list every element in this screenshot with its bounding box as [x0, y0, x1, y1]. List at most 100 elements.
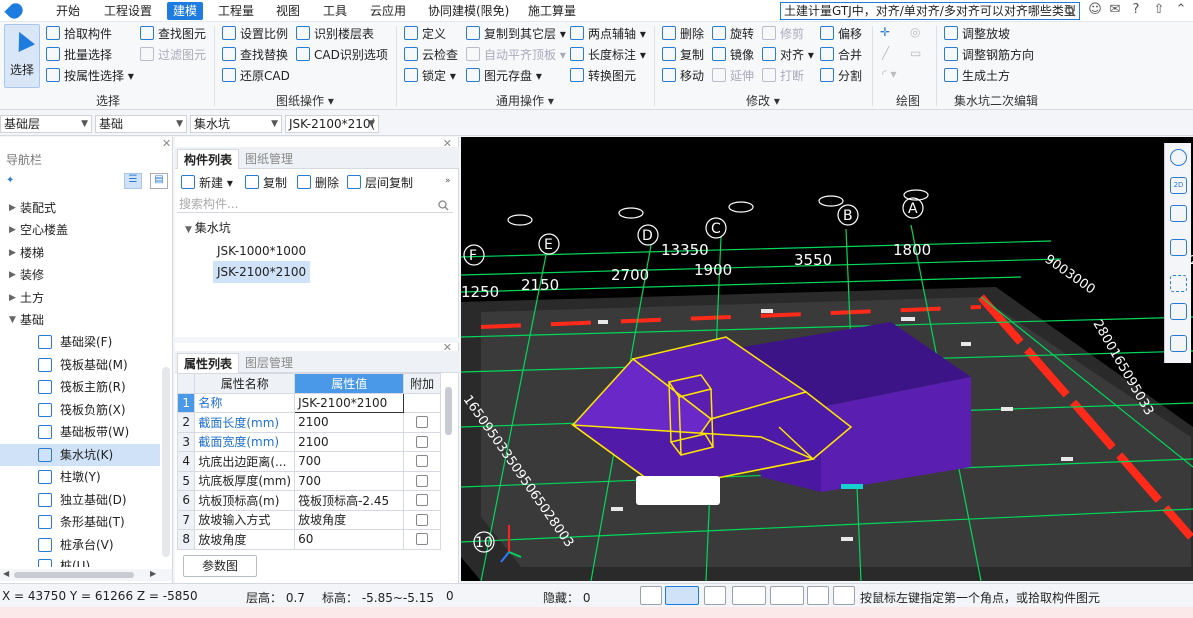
- scroll-left-icon[interactable]: ◀: [3, 569, 9, 578]
- filter-element-button[interactable]: 过滤图元: [140, 46, 206, 64]
- set-scale-button[interactable]: 设置比例: [222, 25, 288, 43]
- menu-cloud[interactable]: 云应用: [370, 3, 406, 19]
- component-item[interactable]: JSK-2100*2100: [213, 261, 311, 283]
- cross-snap-icon[interactable]: [704, 586, 726, 605]
- define-button[interactable]: 定义: [404, 25, 446, 43]
- nav-scrollbar[interactable]: [162, 367, 170, 557]
- rotate-button[interactable]: 旋转: [712, 25, 754, 43]
- menu-modeling[interactable]: 建模: [167, 2, 204, 20]
- model-viewport[interactable]: F E D C B A 1 2 10 13350 2700 1900 3550 …: [461, 137, 1193, 581]
- sparkle-icon[interactable]: ✦: [6, 175, 14, 186]
- cloud-check-button[interactable]: 云检查: [404, 46, 458, 64]
- gen-earth-button[interactable]: 生成土方: [944, 67, 1010, 85]
- split-button[interactable]: 分割: [820, 67, 862, 85]
- nav-item-isolated[interactable]: 独立基础(D): [0, 489, 160, 511]
- scroll-thumb[interactable]: [14, 572, 134, 578]
- prop-extra[interactable]: [403, 529, 441, 550]
- prop-extra[interactable]: [403, 431, 441, 452]
- table-row[interactable]: 5 坑底板厚度(mm) 700: [176, 470, 441, 491]
- menu-project-settings[interactable]: 工程设置: [104, 3, 152, 19]
- rect-draw-icon[interactable]: ▭: [910, 46, 921, 60]
- nav-group-hollow[interactable]: ▶ 空心楼盖: [0, 219, 160, 241]
- prop-extra[interactable]: [403, 509, 441, 530]
- delete-button[interactable]: 删除: [662, 25, 704, 43]
- tree-root[interactable]: ▼ 集水坑: [185, 219, 231, 237]
- table-row[interactable]: 7 放坡输入方式 放坡角度: [176, 509, 441, 530]
- tab-layer-manage[interactable]: 图层管理: [239, 353, 299, 373]
- prop-extra[interactable]: [403, 451, 441, 472]
- menu-view[interactable]: 视图: [276, 3, 300, 19]
- nav-group-earthwork[interactable]: ▶ 土方: [0, 287, 160, 309]
- new-component-button[interactable]: 新建 ▾: [181, 174, 233, 192]
- property-scrollbar[interactable]: [445, 387, 452, 435]
- prop-value[interactable]: JSK-2100*2100: [294, 392, 405, 413]
- prop-value[interactable]: 2100: [294, 412, 405, 433]
- point-draw-icon[interactable]: ✛: [880, 25, 890, 39]
- collapse-ribbon-icon[interactable]: ⌃: [1174, 3, 1188, 17]
- restore-cad-button[interactable]: 还原CAD: [222, 67, 290, 85]
- mirror-button[interactable]: 镜像: [712, 46, 754, 64]
- checkbox[interactable]: [416, 513, 429, 526]
- nav-item-column-pier[interactable]: 柱墩(Y): [0, 466, 160, 488]
- prop-value[interactable]: 放坡角度: [294, 509, 405, 530]
- table-row[interactable]: 2 截面长度(mm) 2100: [176, 412, 441, 433]
- line-draw-icon[interactable]: ╱: [882, 46, 889, 60]
- element-save-button[interactable]: 图元存盘 ▾: [466, 67, 542, 85]
- nav-hscrollbar[interactable]: ◀ ▶: [0, 569, 172, 581]
- param-diagram-button[interactable]: 参数图: [183, 555, 257, 577]
- checkbox[interactable]: [416, 416, 429, 429]
- table-row[interactable]: 1 名称 JSK-2100*2100: [176, 392, 441, 413]
- extend-button[interactable]: 延伸: [712, 67, 754, 85]
- prop-extra[interactable]: [403, 490, 441, 511]
- tab-drawing-manage[interactable]: 图纸管理: [239, 149, 299, 169]
- nav-item-raft-main-rebar[interactable]: 筏板主筋(R): [0, 376, 160, 398]
- lock-button[interactable]: 锁定 ▾: [404, 67, 456, 85]
- prop-value[interactable]: 700: [294, 451, 405, 472]
- search-icon[interactable]: [1065, 5, 1076, 19]
- category-select[interactable]: 基础 ▼: [95, 115, 187, 133]
- nav-item-raft[interactable]: 筏板基础(M): [0, 354, 160, 376]
- more-icon[interactable]: »: [445, 176, 451, 186]
- nav-item-strip[interactable]: 基础板带(W): [0, 421, 160, 443]
- pin-icon[interactable]: ⇧: [1152, 3, 1166, 17]
- copy-to-floor-button[interactable]: 复制到其它层 ▾: [466, 25, 566, 43]
- component-search-input[interactable]: 搜索构件...: [177, 195, 453, 213]
- floor-copy-button[interactable]: 层间复制: [347, 174, 413, 192]
- align-button[interactable]: 对齐 ▾: [762, 46, 814, 64]
- menu-tools[interactable]: 工具: [323, 3, 347, 19]
- auto-level-button[interactable]: 自动平齐顶板 ▾: [466, 46, 566, 64]
- type-select[interactable]: 集水坑 ▼: [190, 115, 282, 133]
- orbit-icon[interactable]: [1170, 149, 1187, 166]
- prop-extra[interactable]: [403, 470, 441, 491]
- snap-mode-icon[interactable]: [665, 586, 699, 605]
- checkbox[interactable]: [416, 533, 429, 546]
- 3d-view-icon[interactable]: [1170, 205, 1187, 222]
- checkbox[interactable]: [416, 474, 429, 487]
- menu-quantity[interactable]: 工程量: [218, 3, 254, 19]
- search-icon[interactable]: [438, 198, 449, 216]
- floor-select[interactable]: 基础层 ▼: [0, 115, 92, 133]
- table-row[interactable]: 8 放坡角度 60: [176, 529, 441, 550]
- menu-construction[interactable]: 施工算量: [528, 3, 576, 19]
- nav-group-prefab[interactable]: ▶ 装配式: [0, 197, 160, 219]
- adjust-rebar-button[interactable]: 调整钢筋方向: [944, 46, 1034, 64]
- nav-group-foundation[interactable]: ▼ 基础: [0, 309, 160, 331]
- find-replace-button[interactable]: 查找替换: [222, 46, 288, 64]
- cube-icon[interactable]: [1170, 239, 1187, 256]
- nav-item-sump-pit[interactable]: 集水坑(K): [0, 444, 160, 466]
- fullscreen-icon[interactable]: [1170, 275, 1187, 292]
- chat-icon[interactable]: ✉: [1108, 3, 1122, 17]
- app-logo-icon[interactable]: [4, 0, 26, 22]
- two-point-axis-button[interactable]: 两点辅轴 ▾: [570, 25, 646, 43]
- nav-group-decor[interactable]: ▶ 装修: [0, 264, 160, 286]
- notes-icon[interactable]: [1170, 335, 1187, 352]
- table-row[interactable]: 4 坑底出边距离(... 700: [176, 451, 441, 472]
- help-icon[interactable]: ?: [1129, 3, 1143, 17]
- arc-draw-icon[interactable]: ◜ ▾: [882, 67, 896, 81]
- prop-value[interactable]: 筏板顶标高-2.45: [294, 490, 405, 511]
- checkbox[interactable]: [416, 435, 429, 448]
- help-search-input[interactable]: 土建计量GTJ中，对齐/单对齐/多对齐可以对齐哪些类型: [780, 2, 1080, 20]
- copy-component-button[interactable]: 复制: [245, 174, 287, 192]
- recognize-floor-button[interactable]: 识别楼层表: [296, 25, 374, 43]
- pick-component-button[interactable]: 拾取构件: [46, 25, 112, 43]
